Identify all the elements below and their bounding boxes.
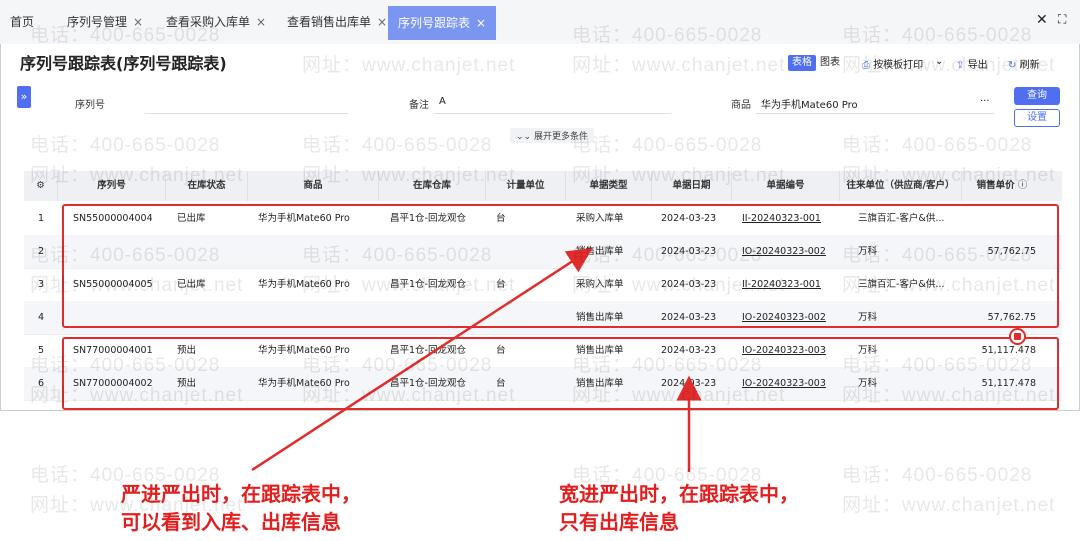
cell-no: 1: [38, 213, 45, 224]
page-title: 序列号跟踪表(序列号跟踪表): [20, 54, 227, 73]
refresh-button[interactable]: ↻ 刷新: [1008, 56, 1040, 71]
column-header[interactable]: 计量单位: [486, 171, 566, 201]
double-chevron-down-icon: ⌄⌄: [516, 132, 532, 142]
refresh-icon: ↻: [1008, 60, 1017, 71]
column-header-label: 销售单价: [976, 180, 1015, 191]
close-icon[interactable]: ✕: [1036, 12, 1048, 28]
column-header[interactable]: 在库仓库: [379, 171, 486, 201]
settings-button[interactable]: 设置: [1014, 109, 1060, 127]
column-header[interactable]: 销售单价 ⓘ: [962, 171, 1042, 201]
divider: [434, 113, 671, 114]
expand-more-conditions[interactable]: ⌄⌄ 展开更多条件: [510, 128, 594, 143]
tab-purchase-receipt[interactable]: 查看采购入库单 ×: [166, 8, 266, 36]
export-button[interactable]: ⇪ 导出: [956, 56, 988, 71]
annotation-line: 宽进严出时，在跟踪表中，: [559, 482, 799, 506]
tab-label: 序列号跟踪表: [398, 16, 471, 30]
close-icon[interactable]: ×: [377, 15, 387, 29]
print-icon: ⎙: [862, 60, 870, 71]
close-icon[interactable]: ×: [256, 15, 266, 29]
product-filter-label: 商品: [731, 100, 751, 111]
column-header[interactable]: 单据类型: [566, 171, 652, 201]
fullscreen-icon[interactable]: ⛶: [1058, 12, 1066, 27]
print-label: 按模板打印: [873, 60, 924, 71]
annotation-line: 只有出库信息: [559, 510, 679, 534]
view-chart-button[interactable]: 图表: [816, 55, 844, 71]
tab-sales-issue[interactable]: 查看销售出库单 ×: [287, 8, 387, 36]
expand-more-label: 展开更多条件: [533, 132, 588, 142]
column-header[interactable]: 单据日期: [652, 171, 732, 201]
view-switch: 表格 图表: [788, 55, 844, 71]
cell-no: 4: [38, 312, 45, 323]
remark-filter-input[interactable]: A: [439, 96, 446, 107]
product-filter-input[interactable]: 华为手机Mate60 Pro: [761, 96, 858, 111]
watermark-phone: 电话：400-665-0028: [842, 465, 1033, 486]
tab-label: 查看采购入库单: [166, 15, 251, 29]
watermark-site: 网址：www.chanjet.net: [842, 495, 1056, 516]
annotation-line: 可以看到入库、出库信息: [121, 510, 341, 534]
annotation-box-loose: [62, 337, 1059, 410]
cell-no: 6: [38, 378, 45, 389]
close-icon[interactable]: ×: [476, 16, 486, 30]
column-header[interactable]: 往来单位（供应商/客户）: [840, 171, 962, 201]
export-icon: ⇪: [956, 60, 965, 71]
annotation-box-strict: [62, 204, 1059, 328]
cell-no: 3: [38, 279, 45, 290]
chevron-down-icon[interactable]: ⌄: [935, 56, 943, 67]
column-header[interactable]: 序列号: [58, 171, 166, 201]
print-button[interactable]: ⎙ 按模板打印: [862, 56, 923, 71]
tab-label: 查看销售出库单: [287, 15, 372, 29]
tab-serial-tracking[interactable]: 序列号跟踪表 ×: [388, 6, 497, 40]
column-header[interactable]: 商品: [248, 171, 379, 201]
column-header[interactable]: 在库状态: [166, 171, 248, 201]
divider: [145, 113, 348, 114]
annotation-text-strict: 严进严出时，在跟踪表中， 可以看到入库、出库信息: [121, 480, 361, 536]
tab-label: 首页: [10, 15, 35, 29]
tab-serial-management[interactable]: 序列号管理 ×: [67, 8, 143, 36]
annotation-line: 严进严出时，在跟踪表中，: [121, 482, 361, 506]
divider: [756, 113, 994, 114]
search-button[interactable]: 查询: [1014, 87, 1060, 105]
refresh-label: 刷新: [1019, 60, 1040, 71]
column-header[interactable]: 单据编号: [732, 171, 840, 201]
expand-panel-icon[interactable]: »: [17, 86, 31, 108]
close-icon[interactable]: ×: [133, 15, 143, 29]
help-icon[interactable]: ⓘ: [1018, 180, 1028, 191]
tab-bar: 首页 序列号管理 × 查看采购入库单 × 查看销售出库单 × 序列号跟踪表 × ✕ ⛶: [0, 0, 1080, 45]
view-table-button[interactable]: 表格: [788, 55, 816, 71]
table-header: ⚙ 序列号 在库状态 商品 在库仓库 计量单位 单据类型 单据日期 单据编号 往…: [24, 171, 1062, 201]
export-label: 导出: [967, 60, 988, 71]
column-settings-icon[interactable]: ⚙: [24, 171, 58, 201]
annotation-text-loose: 宽进严出时，在跟踪表中， 只有出库信息: [559, 480, 799, 536]
tab-home[interactable]: 首页: [10, 8, 34, 36]
annotation-marker-icon: [1009, 328, 1026, 345]
serial-filter-label: 序列号: [75, 100, 105, 111]
more-options-icon[interactable]: ···: [980, 96, 990, 107]
cell-no: 2: [38, 246, 45, 257]
cell-no: 5: [38, 345, 45, 356]
remark-filter-label: 备注: [409, 100, 429, 111]
tab-label: 序列号管理: [67, 15, 128, 29]
